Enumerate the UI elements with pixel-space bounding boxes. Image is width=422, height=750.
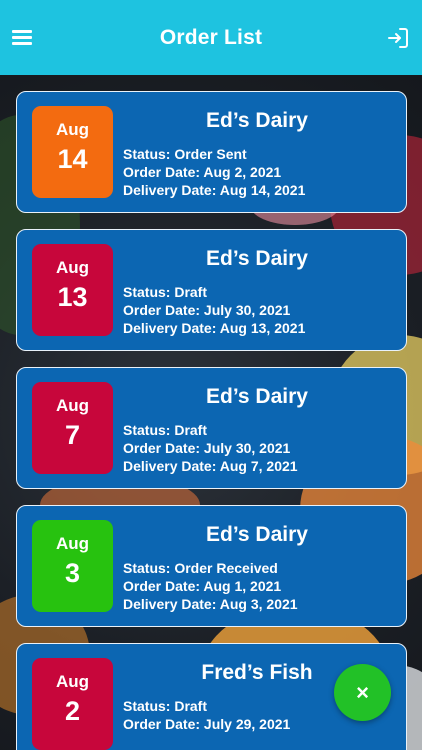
- order-status: Status: Order Received: [123, 560, 278, 576]
- order-status: Status: Draft: [123, 284, 208, 300]
- logout-icon[interactable]: [386, 26, 410, 50]
- order-status: Status: Draft: [123, 698, 208, 714]
- date-day: 3: [64, 558, 81, 588]
- date-badge: Aug 7: [32, 382, 113, 474]
- close-fab-button[interactable]: ×: [334, 664, 391, 721]
- delivery-date: Delivery Date: Aug 3, 2021: [123, 596, 298, 612]
- order-card[interactable]: Aug 13 Ed’s Dairy Status: Draft Order Da…: [16, 229, 407, 351]
- page-title: Order List: [159, 25, 263, 49]
- date-day: 7: [64, 420, 81, 450]
- date-month: Aug: [55, 258, 90, 277]
- vendor-name: Ed’s Dairy: [206, 385, 308, 408]
- delivery-date: Delivery Date: Aug 13, 2021: [123, 320, 306, 336]
- date-day: 14: [57, 144, 88, 174]
- vendor-name: Ed’s Dairy: [206, 523, 308, 546]
- order-date: Order Date: Aug 2, 2021: [123, 164, 282, 180]
- date-month: Aug: [55, 396, 90, 415]
- app-header: Order List: [0, 0, 422, 75]
- hamburger-menu-icon[interactable]: [12, 28, 34, 46]
- order-date: Order Date: July 30, 2021: [123, 302, 291, 318]
- order-status: Status: Draft: [123, 422, 208, 438]
- order-date: Order Date: July 30, 2021: [123, 440, 291, 456]
- vendor-name: Ed’s Dairy: [206, 247, 308, 270]
- order-list: Aug 14 Ed’s Dairy Status: Order Sent Ord…: [0, 75, 422, 750]
- date-day: 13: [57, 282, 88, 312]
- delivery-date: Delivery Date: Aug 7, 2021: [123, 458, 298, 474]
- date-month: Aug: [55, 672, 90, 691]
- date-badge: Aug 3: [32, 520, 113, 612]
- date-badge: Aug 14: [32, 106, 113, 198]
- order-status: Status: Order Sent: [123, 146, 247, 162]
- date-month: Aug: [55, 534, 90, 553]
- delivery-date: Delivery Date: Aug 14, 2021: [123, 182, 306, 198]
- close-icon: ×: [356, 679, 369, 705]
- vendor-name: Ed’s Dairy: [206, 109, 308, 132]
- order-card[interactable]: Aug 3 Ed’s Dairy Status: Order Received …: [16, 505, 407, 627]
- date-month: Aug: [55, 120, 90, 139]
- date-badge: Aug 13: [32, 244, 113, 336]
- order-card[interactable]: Aug 7 Ed’s Dairy Status: Draft Order Dat…: [16, 367, 407, 489]
- order-date: Order Date: July 29, 2021: [123, 716, 291, 732]
- order-date: Order Date: Aug 1, 2021: [123, 578, 282, 594]
- date-day: 2: [64, 696, 81, 726]
- date-badge: Aug 2: [32, 658, 113, 750]
- order-card[interactable]: Aug 14 Ed’s Dairy Status: Order Sent Ord…: [16, 91, 407, 213]
